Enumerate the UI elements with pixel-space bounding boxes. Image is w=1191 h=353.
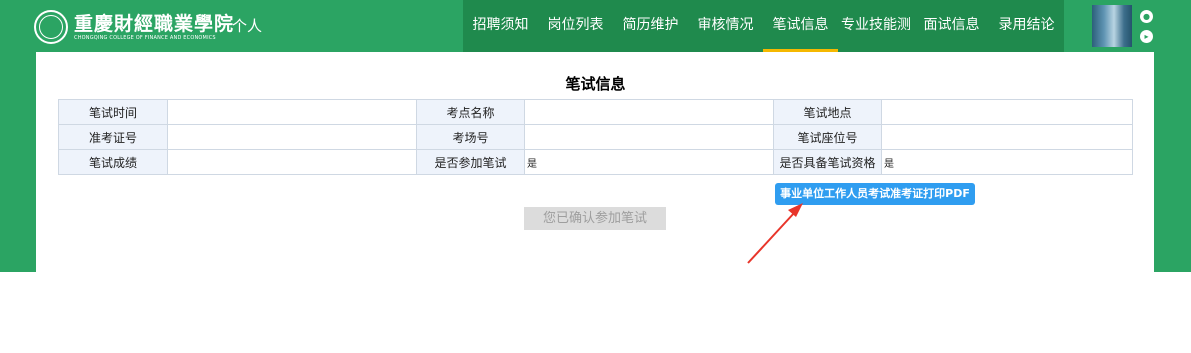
print-admission-pdf-button[interactable]: 事业单位工作人员考试准考证打印PDF [775, 183, 975, 205]
nav-resume[interactable]: 简历维护 [613, 0, 688, 52]
value-exam-room [524, 124, 774, 150]
logo-chinese-name: 重慶財經職業學院 [74, 13, 235, 35]
label-attend-exam: 是否参加笔试 [416, 149, 525, 175]
value-exam-site-name [524, 99, 774, 125]
logo-english-name: CHONGQING COLLEGE OF FINANCE AND ECONOMI… [74, 35, 216, 41]
college-logo[interactable]: 重慶財經職業學院 CHONGQING COLLEGE OF FINANCE AN… [34, 10, 234, 44]
college-seal-icon [34, 10, 68, 44]
avatar[interactable] [1092, 5, 1132, 47]
password-icon[interactable]: ● [1140, 10, 1153, 23]
logout-icon[interactable]: ▸ [1140, 30, 1153, 43]
value-attend-exam: 是 [524, 149, 774, 175]
nav-written-exam[interactable]: 笔试信息 [763, 0, 838, 52]
label-seat-number: 笔试座位号 [773, 124, 882, 150]
value-seat-number [881, 124, 1133, 150]
label-admission-ticket: 准考证号 [58, 124, 168, 150]
nav-hiring-result[interactable]: 录用结论 [989, 0, 1064, 52]
label-exam-eligibility: 是否具备笔试资格 [773, 149, 882, 175]
table-row: 笔试时间 考点名称 笔试地点 [58, 99, 1133, 125]
label-exam-score: 笔试成绩 [58, 149, 168, 175]
nav-position-list[interactable]: 岗位列表 [538, 0, 613, 52]
value-exam-eligibility: 是 [881, 149, 1133, 175]
top-header: 重慶財經職業學院 CHONGQING COLLEGE OF FINANCE AN… [0, 0, 1191, 83]
label-exam-site-name: 考点名称 [416, 99, 525, 125]
table-row: 笔试成绩 是否参加笔试 是 是否具备笔试资格 是 [58, 149, 1133, 175]
label-exam-location: 笔试地点 [773, 99, 882, 125]
portal-label: 个人 [232, 17, 263, 35]
nav-recruitment-notice[interactable]: 招聘须知 [463, 0, 538, 52]
exam-info-table: 笔试时间 考点名称 笔试地点 准考证号 考场号 笔试座位号 笔试成绩 是否参加笔… [58, 99, 1133, 175]
value-admission-ticket [167, 124, 417, 150]
label-exam-time: 笔试时间 [58, 99, 168, 125]
nav-interview[interactable]: 面试信息 [914, 0, 989, 52]
main-nav: 招聘须知 岗位列表 简历维护 审核情况 笔试信息 专业技能测试 面试信息 录用结… [463, 0, 1064, 83]
label-exam-room: 考场号 [416, 124, 525, 150]
red-arrow-annotation [747, 203, 803, 264]
nav-review-status[interactable]: 审核情况 [688, 0, 763, 52]
value-exam-location [881, 99, 1133, 125]
page-title: 笔试信息 [565, 75, 626, 93]
nav-skill-test[interactable]: 专业技能测试 [838, 0, 914, 83]
value-exam-score [167, 149, 417, 175]
table-row: 准考证号 考场号 笔试座位号 [58, 124, 1133, 150]
value-exam-time [167, 99, 417, 125]
confirm-attendance-button[interactable]: 您已确认参加笔试 [524, 207, 666, 230]
